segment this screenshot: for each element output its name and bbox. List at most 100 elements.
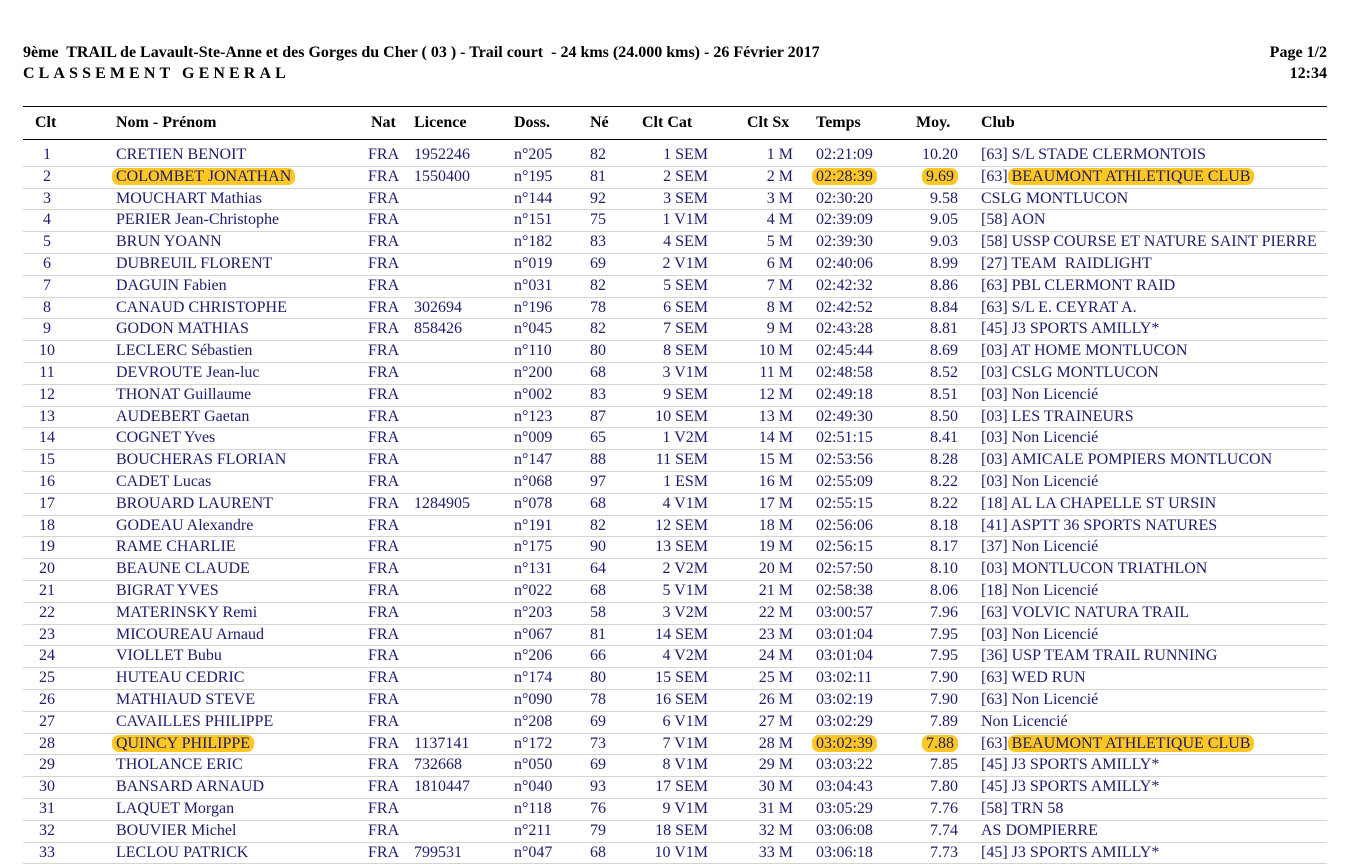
category-rank-cell: 3 SEM <box>640 189 708 209</box>
club-cell: [03] Non Licencié <box>981 472 1098 492</box>
speed-cell: 8.17 <box>914 537 958 557</box>
licence-cell: 1810447 <box>414 777 470 797</box>
category-rank-cell: 18 SEM <box>640 821 708 841</box>
highlight-marker: 03:02:39 <box>812 735 877 752</box>
sex-rank-cell: 7 M <box>745 276 793 296</box>
club-name: S/L E. CEYRAT A. <box>1012 299 1137 316</box>
nat-cell: FRA <box>368 755 399 775</box>
highlight-marker: QUINCY PHILIPPE <box>112 735 254 752</box>
speed-cell: 8.99 <box>914 254 958 274</box>
club-cell: AS DOMPIERRE <box>981 821 1098 841</box>
time-cell: 02:39:09 <box>816 210 873 230</box>
nat-cell: FRA <box>368 363 399 383</box>
document-subtitle: CLASSEMENT GENERAL <box>23 65 290 83</box>
club-cell: [45] J3 SPORTS AMILLY* <box>981 843 1159 863</box>
bib-cell: n°123 <box>514 407 552 427</box>
category-rank-cell: 4 V1M <box>640 494 708 514</box>
time-cell: 02:55:15 <box>816 494 873 514</box>
name-cell: BROUARD LAURENT <box>116 494 273 514</box>
time-cell: 02:56:06 <box>816 516 873 536</box>
nat-cell: FRA <box>368 799 399 819</box>
results-table: 1CRETIEN BENOITFRA1952246n°205821 SEM1 M… <box>0 145 1363 864</box>
club-department: [63] <box>981 277 1012 294</box>
nat-cell: FRA <box>368 494 399 514</box>
sex-rank-cell: 28 M <box>745 734 793 754</box>
birth-year-cell: 58 <box>590 603 606 623</box>
name-cell: PERIER Jean-Christophe <box>116 210 279 230</box>
birth-year-cell: 68 <box>590 843 606 863</box>
rank-cell: 18 <box>35 516 59 536</box>
table-row: 12THONAT GuillaumeFRAn°002839 SEM12 M02:… <box>23 385 1327 407</box>
sex-rank-cell: 19 M <box>745 537 793 557</box>
club-name: AT HOME MONTLUCON <box>1011 342 1188 359</box>
category-rank-cell: 1 SEM <box>640 145 708 165</box>
time-cell: 03:05:29 <box>816 799 873 819</box>
club-cell: [58] USSP COURSE ET NATURE SAINT PIERRE <box>981 232 1317 252</box>
nat-cell: FRA <box>368 581 399 601</box>
name-cell: AUDEBERT Gaetan <box>116 407 249 427</box>
table-row: 32BOUVIER MichelFRAn°2117918 SEM32 M03:0… <box>23 821 1327 843</box>
speed-cell: 8.84 <box>914 298 958 318</box>
bib-cell: n°172 <box>514 734 552 754</box>
club-name: USSP COURSE ET NATURE SAINT PIERRE <box>1012 233 1317 250</box>
club-name: PBL CLERMONT RAID <box>1012 277 1176 294</box>
category-rank-cell: 8 V1M <box>640 755 708 775</box>
nat-cell: FRA <box>368 276 399 296</box>
rank-cell: 25 <box>35 668 59 688</box>
speed-cell: 8.28 <box>914 450 958 470</box>
bib-cell: n°182 <box>514 232 552 252</box>
birth-year-cell: 82 <box>590 145 606 165</box>
club-name: BEAUMONT ATHLETIQUE CLUB <box>1008 735 1255 752</box>
birth-year-cell: 64 <box>590 559 606 579</box>
bib-cell: n°208 <box>514 712 552 732</box>
nat-cell: FRA <box>368 668 399 688</box>
speed-cell: 9.05 <box>914 210 958 230</box>
club-cell: [63] VOLVIC NATURA TRAIL <box>981 603 1189 623</box>
col-header-temps: Temps <box>816 114 861 134</box>
highlight-marker: 9.69 <box>922 168 958 185</box>
table-row: 2COLOMBET JONATHANFRA1550400n°195812 SEM… <box>23 167 1327 189</box>
category-rank-cell: 6 SEM <box>640 298 708 318</box>
club-name: MONTLUCON TRIATHLON <box>1012 560 1208 577</box>
category-rank-cell: 15 SEM <box>640 668 708 688</box>
speed-cell: 8.22 <box>914 472 958 492</box>
print-time: 12:34 <box>1290 65 1327 83</box>
club-department: [03] <box>981 626 1012 643</box>
category-rank-cell: 3 V1M <box>640 363 708 383</box>
birth-year-cell: 73 <box>590 734 606 754</box>
header-divider-top <box>23 106 1327 107</box>
club-cell: [03] Non Licencié <box>981 385 1098 405</box>
bib-cell: n°211 <box>514 821 552 841</box>
club-name: USP TEAM TRAIL RUNNING <box>1012 647 1218 664</box>
rank-cell: 5 <box>35 232 59 252</box>
birth-year-cell: 92 <box>590 189 606 209</box>
club-name: Non Licencié <box>1012 626 1099 643</box>
club-department: [45] <box>981 844 1012 861</box>
licence-cell: 1284905 <box>414 494 470 514</box>
category-rank-cell: 5 V1M <box>640 581 708 601</box>
speed-cell: 8.18 <box>914 516 958 536</box>
sex-rank-cell: 32 M <box>745 821 793 841</box>
club-department: [63] <box>981 669 1011 686</box>
rank-cell: 1 <box>35 145 59 165</box>
col-header-doss: Doss. <box>514 114 550 134</box>
birth-year-cell: 69 <box>590 755 606 775</box>
nat-cell: FRA <box>368 298 399 318</box>
nat-cell: FRA <box>368 428 399 448</box>
rank-cell: 12 <box>35 385 59 405</box>
nat-cell: FRA <box>368 625 399 645</box>
sex-rank-cell: 27 M <box>745 712 793 732</box>
club-department: [63] <box>981 604 1011 621</box>
time-cell: 03:02:29 <box>816 712 873 732</box>
bib-cell: n°118 <box>514 799 552 819</box>
club-department: [03] <box>981 386 1012 403</box>
rank-cell: 32 <box>35 821 59 841</box>
category-rank-cell: 16 SEM <box>640 690 708 710</box>
club-name: J3 SPORTS AMILLY* <box>1012 778 1160 795</box>
table-row: 7DAGUIN FabienFRAn°031825 SEM7 M02:42:32… <box>23 276 1327 298</box>
category-rank-cell: 7 SEM <box>640 319 708 339</box>
club-name: J3 SPORTS AMILLY* <box>1012 320 1160 337</box>
birth-year-cell: 66 <box>590 646 606 666</box>
table-row: 27CAVAILLES PHILIPPEFRAn°208696 V1M27 M0… <box>23 712 1327 734</box>
nat-cell: FRA <box>368 210 399 230</box>
